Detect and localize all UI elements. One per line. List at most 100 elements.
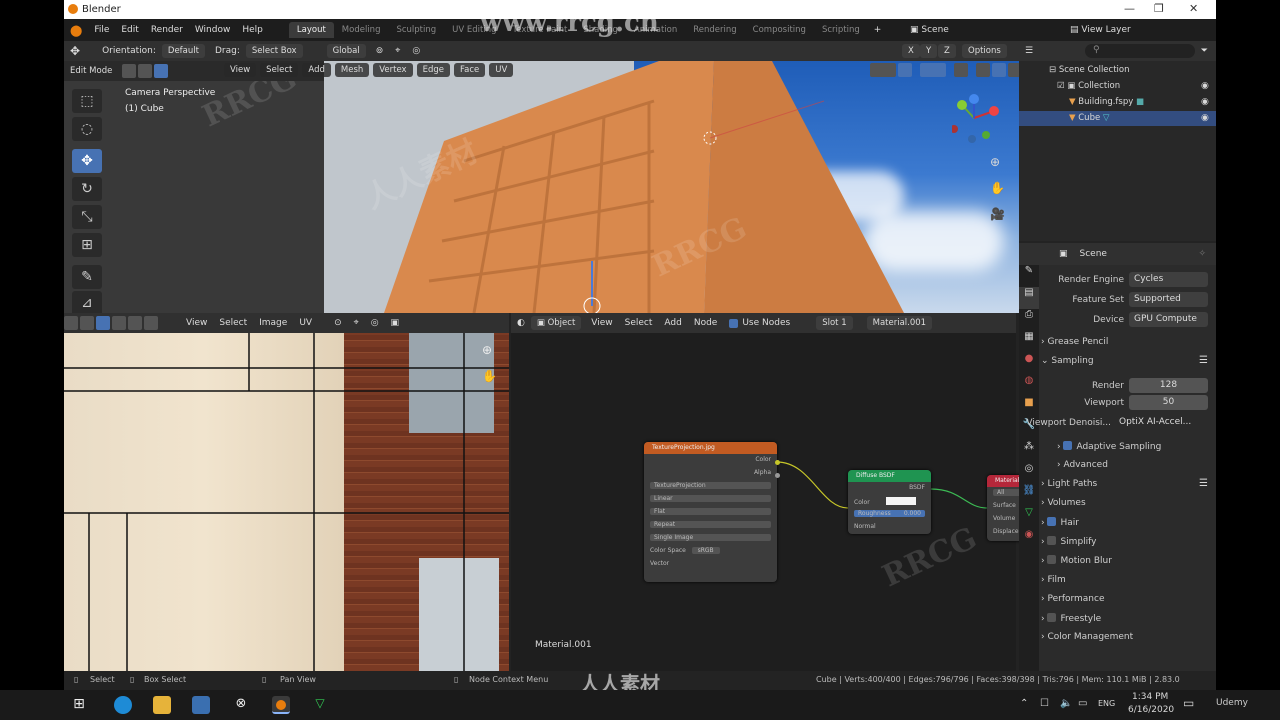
tray-network-icon[interactable]: ☐ <box>1040 698 1049 709</box>
material-selector[interactable]: Material.001 <box>866 316 933 330</box>
viewport-denoise-dropdown[interactable]: OptiX AI-Accel... <box>1114 415 1208 430</box>
pan-view-icon[interactable]: ✋ <box>990 181 1005 195</box>
filter-icon[interactable]: ⏷ <box>1195 46 1214 56</box>
scene-selector[interactable]: ▣ Scene <box>904 25 955 35</box>
tab-uv-editing[interactable]: UV Editing <box>444 22 504 38</box>
node-menu-view[interactable]: View <box>585 318 618 328</box>
add-workspace-icon[interactable]: + <box>868 25 888 35</box>
uv-editor-canvas[interactable]: ⊕ ✋ <box>64 333 509 671</box>
menu-vertex[interactable]: Vertex <box>373 63 413 77</box>
eye-icon[interactable]: ◉ <box>1201 97 1209 107</box>
simplify-checkbox[interactable] <box>1047 536 1057 545</box>
wireframe-shading-icon[interactable] <box>976 63 990 77</box>
view-layer-selector[interactable]: ▤ View Layer <box>1064 25 1137 35</box>
scene-tab-icon[interactable]: ● <box>1019 353 1039 375</box>
uv-island-icon[interactable] <box>144 316 158 330</box>
render-tab-icon[interactable]: ▤ <box>1019 287 1039 309</box>
transform-tool-icon[interactable]: ⊞ <box>72 233 102 257</box>
world-tab-icon[interactable]: ◍ <box>1019 375 1039 397</box>
diffuse-bsdf-node[interactable]: Diffuse BSDF BSDF Color Roughness 0.000 N… <box>848 470 931 534</box>
uv-menu-uv[interactable]: UV <box>293 318 318 328</box>
interpolation-dropdown[interactable]: Linear <box>644 493 777 506</box>
node-menu-node[interactable]: Node <box>688 318 724 328</box>
rotate-tool-icon[interactable]: ↻ <box>72 177 102 201</box>
uv-proportional-icon[interactable]: ◎ <box>365 318 385 328</box>
tray-battery-icon[interactable]: ▭ <box>1078 698 1087 709</box>
viewport-samples-field[interactable]: 50 <box>1129 395 1208 410</box>
xray-toggle-icon[interactable] <box>954 63 968 77</box>
outliner-search-input[interactable]: ⚲ <box>1085 44 1195 58</box>
socket-color-out[interactable] <box>775 460 780 465</box>
render-engine-dropdown[interactable]: Cycles <box>1129 272 1208 287</box>
uv-edge-icon[interactable] <box>112 316 126 330</box>
output-tab-icon[interactable]: ⎙ <box>1019 309 1039 331</box>
outliner-item-collection[interactable]: ☑ ▣ Collection <box>1057 81 1120 91</box>
outliner-item-cube-row[interactable]: ▼ Cube ▽ <box>1069 113 1109 123</box>
move-tool-button[interactable]: ✥ <box>72 149 102 173</box>
node-menu-select[interactable]: Select <box>619 318 659 328</box>
panel-sampling[interactable]: ⌄ Sampling <box>1041 356 1094 366</box>
mirror-x-button[interactable]: X <box>902 44 920 58</box>
roughness-field[interactable]: Roughness 0.000 <box>848 508 931 521</box>
menu-help[interactable]: Help <box>236 25 269 35</box>
tab-scripting[interactable]: Scripting <box>814 22 868 38</box>
uv-pivot-icon[interactable]: ⊙ <box>328 318 348 328</box>
mirror-z-button[interactable]: Z <box>938 44 956 58</box>
presets-icon[interactable]: ☰ <box>1199 478 1208 489</box>
app-taskbar-icon[interactable]: ▽ <box>311 696 329 714</box>
store-icon[interactable] <box>192 696 210 714</box>
freestyle-checkbox[interactable] <box>1047 613 1057 622</box>
presets-icon[interactable]: ☰ <box>1199 355 1208 366</box>
input-color[interactable]: Color <box>848 495 931 508</box>
measure-tool-icon[interactable]: ⊿ <box>72 291 102 313</box>
uv-face-icon[interactable] <box>128 316 142 330</box>
object-tab-icon[interactable]: ■ <box>1019 397 1039 419</box>
file-explorer-icon[interactable] <box>153 696 171 714</box>
uv-menu-select[interactable]: Select <box>213 318 253 328</box>
image-selector[interactable]: TextureProjection <box>644 480 777 493</box>
extension-dropdown[interactable]: Repeat <box>644 519 777 532</box>
tray-volume-icon[interactable]: 🔈 <box>1060 698 1072 709</box>
node-editor-type-icon[interactable]: ◐ <box>511 318 531 328</box>
panel-volumes[interactable]: › Volumes <box>1041 498 1086 508</box>
panel-freestyle[interactable]: › Freestyle <box>1041 613 1101 624</box>
snap-icon[interactable]: ⌖ <box>389 46 406 56</box>
drag-dropdown[interactable]: Select Box <box>245 44 303 58</box>
annotate-tool-icon[interactable]: ✎ <box>72 265 102 289</box>
tab-modeling[interactable]: Modeling <box>334 22 389 38</box>
image-texture-node[interactable]: TextureProjection.jpg Color Alpha Textur… <box>644 442 777 582</box>
uv-zoom-icon[interactable]: ⊕ <box>482 343 492 357</box>
tab-compositing[interactable]: Compositing <box>745 22 814 38</box>
outliner-item-building[interactable]: ▼ Building.fspy ■ <box>1069 97 1144 107</box>
view-layer-tab-icon[interactable]: ▦ <box>1019 331 1039 353</box>
menu-file[interactable]: File <box>88 25 115 35</box>
view-object-types-icon[interactable] <box>870 63 896 77</box>
panel-simplify[interactable]: › Simplify <box>1041 536 1097 547</box>
shader-node-editor[interactable]: TextureProjection.jpg Color Alpha Textur… <box>511 333 1064 671</box>
tab-texture-paint[interactable]: Texture Paint <box>505 22 576 38</box>
blender-taskbar-icon[interactable] <box>272 696 290 714</box>
options-dropdown[interactable]: Options <box>962 44 1007 58</box>
overlay-toggle-icon[interactable] <box>920 63 946 77</box>
eye-icon[interactable]: ◉ <box>1201 113 1209 123</box>
zoom-view-icon[interactable]: ⊕ <box>990 155 1000 169</box>
material-shading-icon[interactable] <box>1008 63 1019 77</box>
panel-motion-blur[interactable]: › Motion Blur <box>1041 555 1112 566</box>
tab-layout[interactable]: Layout <box>288 22 334 38</box>
vertex-select-icon[interactable] <box>122 64 137 78</box>
device-dropdown[interactable]: GPU Compute <box>1129 312 1208 327</box>
display-mode-icon[interactable]: ☰ <box>1019 46 1039 56</box>
uv-sync-icon[interactable] <box>80 316 94 330</box>
panel-advanced[interactable]: › Advanced <box>1057 460 1108 470</box>
notifications-icon[interactable]: ▭ <box>1183 696 1194 710</box>
uv-image-browse-icon[interactable]: ▣ <box>385 318 406 328</box>
uv-snap-icon[interactable]: ⌖ <box>348 318 365 328</box>
language-indicator[interactable]: ENG <box>1098 699 1115 708</box>
tab-shading[interactable]: Shading <box>575 22 626 38</box>
node-menu-add[interactable]: Add <box>658 318 687 328</box>
menu-add[interactable]: Add <box>302 63 331 77</box>
render-samples-field[interactable]: 128 <box>1129 378 1208 393</box>
tool-tab-icon[interactable]: ✎ <box>1019 265 1039 287</box>
panel-light-paths[interactable]: › Light Paths <box>1041 479 1097 489</box>
source-dropdown[interactable]: Single Image <box>644 532 777 545</box>
